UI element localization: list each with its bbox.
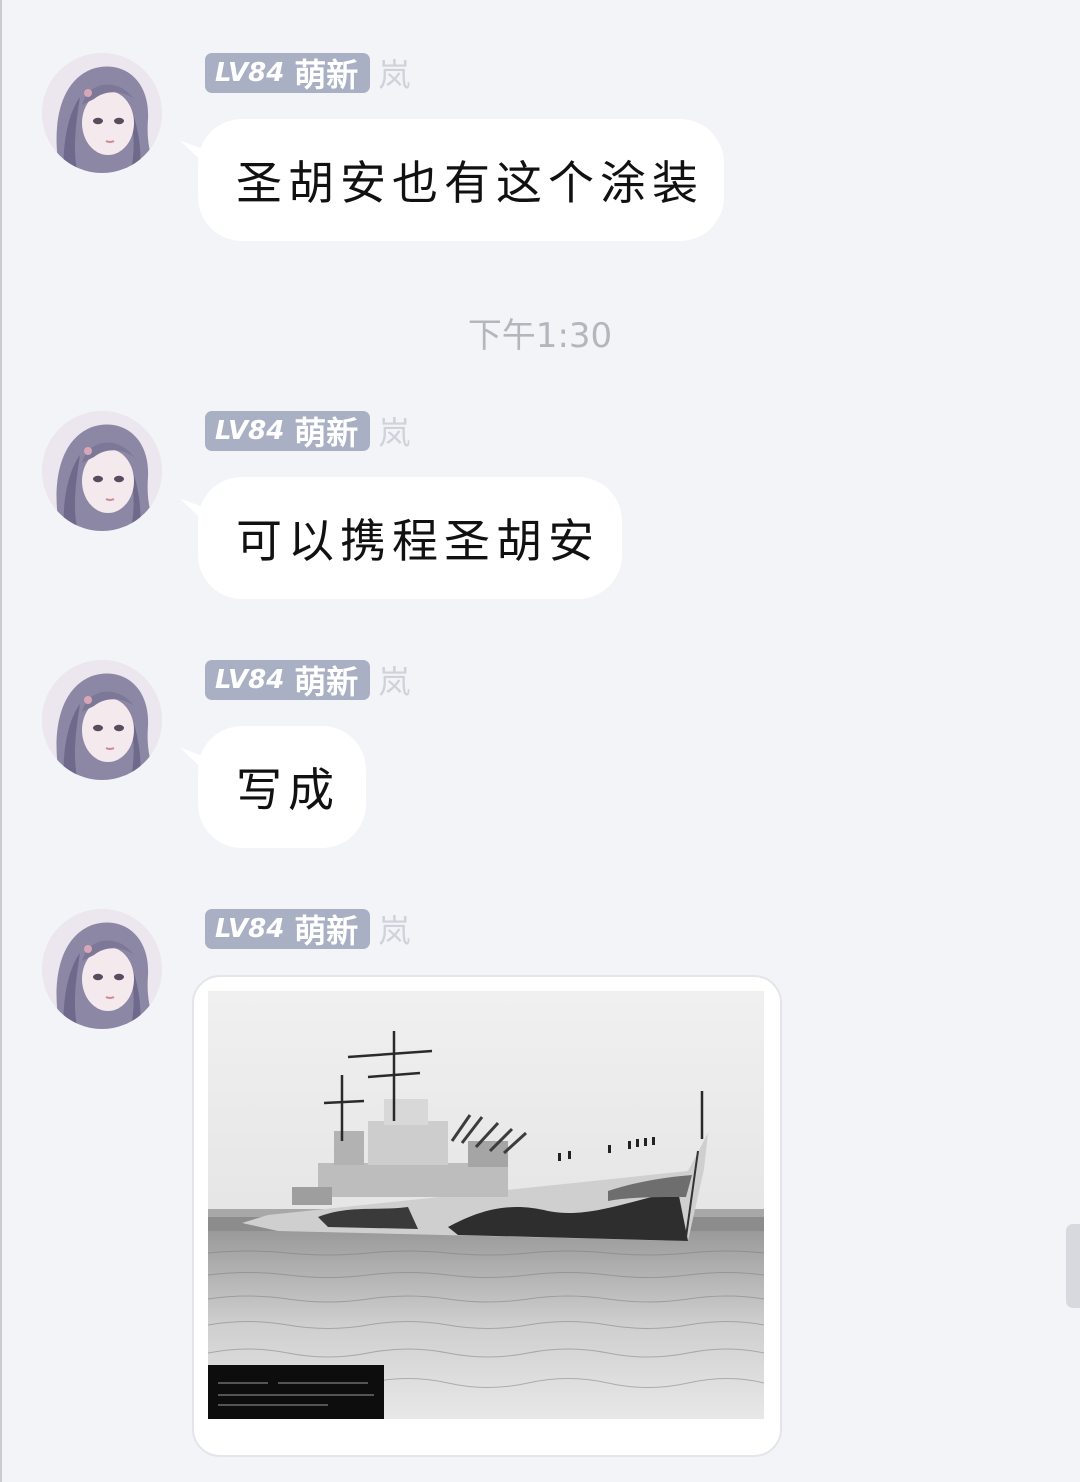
scrollbar-thumb[interactable]	[1066, 1224, 1080, 1308]
avatar[interactable]	[42, 53, 162, 173]
sender-nickname[interactable]: 岚	[378, 657, 410, 703]
level-number: 84	[248, 665, 285, 695]
avatar[interactable]	[42, 909, 162, 1029]
image-message[interactable]	[192, 975, 782, 1457]
badge-title: 萌新	[294, 663, 359, 701]
sender-nickname[interactable]: 岚	[378, 50, 410, 96]
timestamp: 下午1:30	[467, 316, 613, 356]
chat-message: LV 84 萌新 岚	[0, 909, 1080, 1469]
badge-title: 萌新	[294, 56, 359, 94]
sender-name-row: LV 84 萌新 岚	[205, 657, 410, 703]
level-prefix: LV	[215, 58, 249, 88]
sender-nickname[interactable]: 岚	[378, 408, 410, 454]
sender-nickname[interactable]: 岚	[378, 906, 410, 952]
chat-message: LV 84 萌新 岚 写成	[0, 660, 1080, 860]
level-badge: LV 84 萌新	[205, 660, 371, 701]
message-bubble[interactable]: 可以携程圣胡安	[198, 477, 622, 599]
chat-message: LV 84 萌新 岚 圣胡安也有这个涂装	[0, 53, 1080, 253]
message-bubble[interactable]: 写成	[198, 726, 366, 848]
level-badge: LV 84 萌新	[205, 53, 371, 94]
chat-message: LV 84 萌新 岚 可以携程圣胡安	[0, 411, 1080, 611]
level-prefix: LV	[215, 914, 249, 944]
avatar[interactable]	[42, 411, 162, 531]
sender-name-row: LV 84 萌新 岚	[205, 50, 410, 96]
level-number: 84	[248, 416, 285, 446]
level-badge: LV 84 萌新	[205, 909, 371, 950]
level-prefix: LV	[215, 665, 249, 695]
badge-title: 萌新	[294, 912, 359, 950]
message-bubble[interactable]: 圣胡安也有这个涂装	[198, 119, 724, 241]
avatar[interactable]	[42, 660, 162, 780]
sender-name-row: LV 84 萌新 岚	[205, 906, 410, 952]
level-number: 84	[248, 914, 285, 944]
level-badge: LV 84 萌新	[205, 411, 371, 452]
ship-photo[interactable]	[207, 991, 765, 1419]
sender-name-row: LV 84 萌新 岚	[205, 408, 410, 454]
level-number: 84	[248, 58, 285, 88]
level-prefix: LV	[215, 416, 249, 446]
badge-title: 萌新	[294, 414, 359, 452]
